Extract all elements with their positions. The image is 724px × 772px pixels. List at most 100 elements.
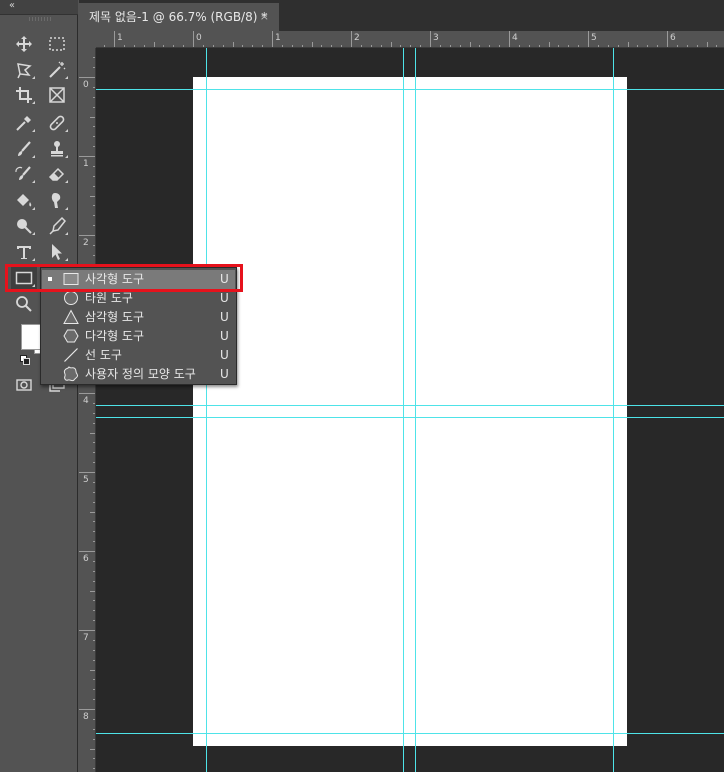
move-icon bbox=[16, 36, 32, 52]
quick-mask-button[interactable] bbox=[11, 373, 37, 397]
magic-wand-tool[interactable] bbox=[44, 58, 70, 82]
move-tool[interactable] bbox=[11, 32, 37, 56]
frame-icon bbox=[49, 87, 65, 103]
blur-tool[interactable] bbox=[44, 189, 70, 213]
guide-vertical[interactable] bbox=[415, 48, 416, 772]
menu-item-label: 삼각형 도구 bbox=[85, 310, 145, 324]
stamp-icon bbox=[51, 141, 63, 157]
panel-header: ‹‹ bbox=[0, 0, 78, 15]
ruler-label: 4 bbox=[83, 396, 89, 406]
crop-tool[interactable] bbox=[11, 83, 37, 107]
menu-item-custom-shape-tool[interactable]: 사용자 정의 모양 도구 U bbox=[42, 365, 235, 384]
document-tab-bar: 제목 없음-1 @ 66.7% (RGB/8) * × bbox=[79, 0, 724, 31]
menu-item-label: 다각형 도구 bbox=[85, 329, 145, 343]
magnifier-icon bbox=[16, 296, 32, 312]
paint-bucket-tool[interactable] bbox=[11, 189, 37, 213]
ruler-label: 3 bbox=[433, 33, 439, 43]
polygon-icon bbox=[63, 329, 79, 343]
annotation-highlight-box bbox=[5, 264, 243, 292]
eyedropper-icon bbox=[16, 116, 31, 131]
guide-horizontal[interactable] bbox=[96, 417, 724, 418]
menu-item-label: 선 도구 bbox=[85, 348, 122, 362]
ruler-label: 6 bbox=[670, 33, 676, 43]
pen-tool[interactable] bbox=[44, 214, 70, 238]
marquee-tool[interactable] bbox=[44, 32, 70, 56]
clone-stamp-tool[interactable] bbox=[44, 137, 70, 161]
ruler-tick bbox=[79, 709, 95, 710]
magic-wand-icon bbox=[49, 61, 66, 78]
guide-horizontal[interactable] bbox=[96, 733, 724, 734]
ruler-label: 2 bbox=[83, 238, 89, 248]
healing-brush-tool[interactable] bbox=[44, 111, 70, 135]
type-icon bbox=[17, 246, 31, 259]
history-brush-tool[interactable] bbox=[11, 162, 37, 186]
guide-vertical[interactable] bbox=[403, 48, 404, 772]
ruler-label: 2 bbox=[354, 33, 360, 43]
document-canvas[interactable] bbox=[193, 77, 627, 746]
frame-tool[interactable] bbox=[44, 83, 70, 107]
ruler-tick bbox=[114, 31, 115, 47]
ruler-tick bbox=[79, 235, 95, 236]
tools-panel: ‹‹ bbox=[0, 0, 78, 772]
ruler-tick bbox=[79, 630, 95, 631]
ruler-label: 0 bbox=[196, 33, 202, 43]
zoom-tool[interactable] bbox=[11, 292, 37, 316]
menu-item-triangle-tool[interactable]: 삼각형 도구 U bbox=[42, 308, 235, 327]
ruler-tick bbox=[79, 77, 95, 78]
brush-tool[interactable] bbox=[11, 137, 37, 161]
triangle-icon bbox=[63, 309, 79, 324]
dodge-tool[interactable] bbox=[11, 214, 37, 238]
guide-horizontal[interactable] bbox=[96, 405, 724, 406]
path-selection-tool[interactable] bbox=[44, 240, 70, 264]
eraser-tool[interactable] bbox=[44, 162, 70, 186]
pen-icon bbox=[49, 216, 66, 235]
ruler-tick bbox=[79, 472, 95, 473]
ruler-tick bbox=[509, 31, 510, 47]
ruler-label: 1 bbox=[83, 159, 89, 169]
line-icon bbox=[64, 348, 78, 362]
ruler-label: 5 bbox=[591, 33, 597, 43]
guide-vertical[interactable] bbox=[613, 48, 614, 772]
tab-close-icon[interactable]: × bbox=[260, 3, 269, 31]
menu-item-shortcut: U bbox=[220, 310, 229, 324]
bandage-icon bbox=[49, 115, 65, 131]
foreground-color-swatch[interactable] bbox=[21, 324, 41, 350]
eyedropper-tool[interactable] bbox=[11, 111, 37, 135]
paint-bucket-icon bbox=[17, 194, 32, 207]
menu-item-polygon-tool[interactable]: 다각형 도구 U bbox=[42, 327, 235, 346]
panel-grip[interactable] bbox=[29, 17, 51, 21]
arrow-cursor-icon bbox=[52, 244, 62, 260]
collapse-panel-icon[interactable]: ‹‹ bbox=[9, 0, 15, 12]
ruler-tick bbox=[193, 31, 194, 47]
menu-item-line-tool[interactable]: 선 도구 U bbox=[42, 346, 235, 365]
type-tool[interactable] bbox=[11, 240, 37, 264]
ruler-label: 8 bbox=[83, 712, 89, 722]
document-tab-title: 제목 없음-1 @ 66.7% (RGB/8) * bbox=[89, 10, 268, 24]
ruler-origin[interactable] bbox=[79, 31, 96, 48]
eraser-icon bbox=[48, 167, 65, 181]
rectangular-marquee-icon bbox=[49, 37, 65, 51]
ruler-tick bbox=[79, 551, 95, 552]
guide-vertical[interactable] bbox=[206, 48, 207, 772]
smudge-icon bbox=[51, 193, 61, 208]
lasso-tool[interactable] bbox=[11, 58, 37, 82]
canvas-area[interactable] bbox=[96, 48, 724, 772]
menu-item-shortcut: U bbox=[220, 329, 229, 343]
ruler-label: 1 bbox=[275, 33, 281, 43]
ruler-label: 4 bbox=[512, 33, 518, 43]
ruler-label: 7 bbox=[83, 633, 89, 643]
document-tab[interactable]: 제목 없음-1 @ 66.7% (RGB/8) * × bbox=[79, 3, 279, 31]
default-colors-icon[interactable] bbox=[20, 355, 30, 365]
brush-icon bbox=[18, 141, 31, 156]
ruler-tick bbox=[272, 31, 273, 47]
ellipse-icon bbox=[64, 291, 78, 305]
ruler-tick bbox=[430, 31, 431, 47]
guide-horizontal[interactable] bbox=[96, 89, 724, 90]
history-brush-icon bbox=[15, 166, 31, 180]
ruler-label: 6 bbox=[83, 554, 89, 564]
horizontal-ruler[interactable]: 1 0 1 2 3 4 5 6 bbox=[96, 31, 724, 48]
ruler-tick bbox=[79, 393, 95, 394]
crop-icon bbox=[16, 87, 32, 103]
ruler-tick bbox=[667, 31, 668, 47]
vertical-ruler[interactable]: 012345678 bbox=[79, 48, 96, 772]
